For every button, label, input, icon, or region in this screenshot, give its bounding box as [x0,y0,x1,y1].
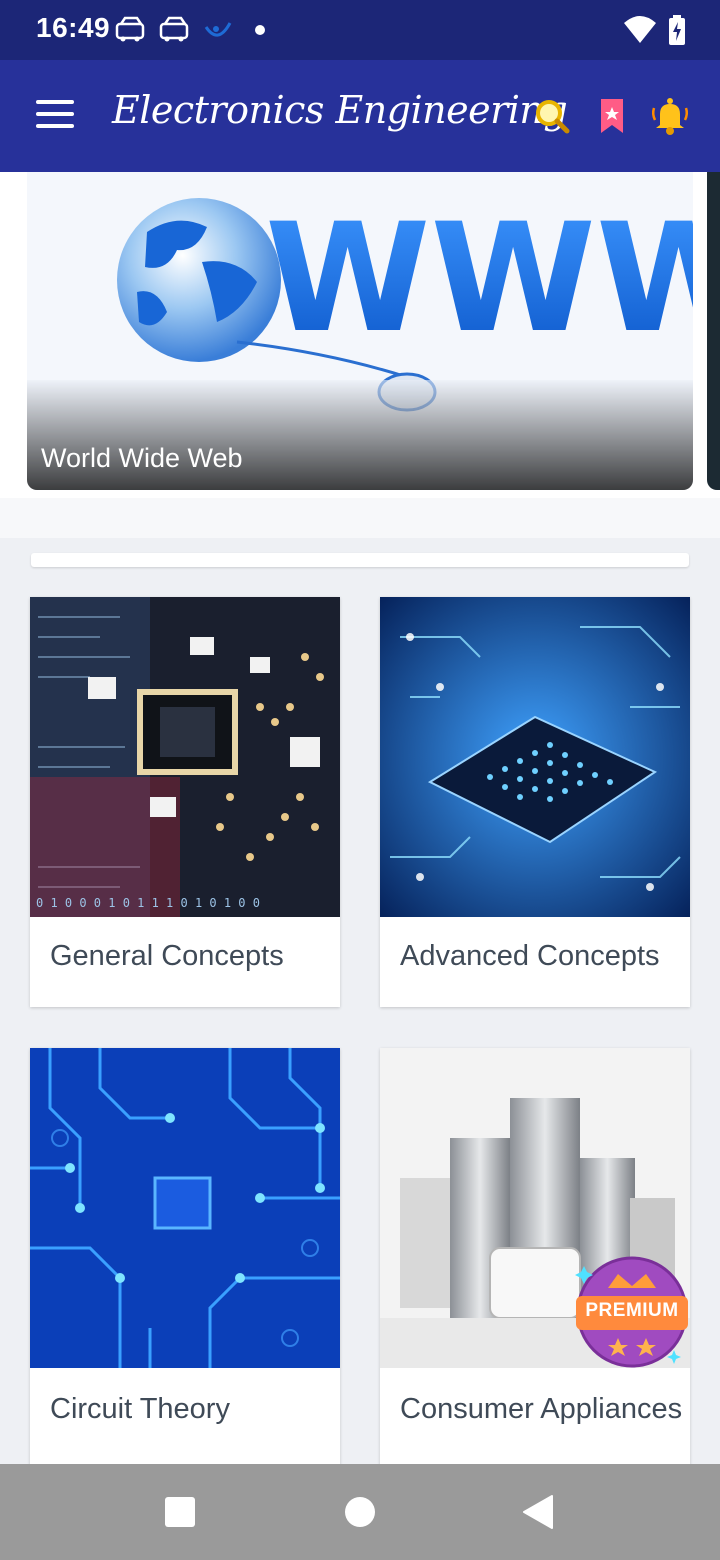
back-icon[interactable] [522,1494,554,1530]
car-notification-icon [159,16,189,42]
circuit-board-image: 0 1 0 0 0 1 0 1 1 1 0 1 0 1 0 0 [30,597,340,917]
category-card-advanced-concepts[interactable]: Advanced Concepts [380,597,690,1007]
status-bar: 16:49 [0,0,720,60]
card-label: Circuit Theory [50,1393,230,1425]
card-label: Advanced Concepts [400,940,660,972]
app-bar: Electronics Engineering [0,60,720,172]
premium-badge[interactable]: PREMIUM [570,1250,694,1374]
wifi-icon [624,16,656,43]
processor-chip-image [380,597,690,917]
app-notification-icon [204,22,232,37]
car-notification-icon [115,16,145,42]
category-card-general-concepts[interactable]: 0 1 0 0 0 1 0 1 1 1 0 1 0 1 0 0 General … [30,597,340,1007]
banner-slide[interactable]: WWW World Wide Web [27,172,693,490]
collapsed-card [31,553,689,567]
premium-label: PREMIUM [585,1300,679,1321]
home-button[interactable] [345,1497,375,1527]
bookmark-icon[interactable] [592,96,632,136]
battery-charging-icon [669,15,685,45]
next-banner-peek[interactable] [707,172,720,490]
system-navigation-bar [0,1464,720,1560]
category-card-circuit-theory[interactable]: Circuit Theory [30,1048,340,1468]
card-label: Consumer Appliances [400,1393,683,1425]
separator-strip [0,498,720,538]
notification-bell-icon[interactable] [650,96,690,136]
search-icon[interactable] [532,96,572,136]
recents-button[interactable] [165,1497,195,1527]
www-text: WWW [265,192,693,366]
more-notifications-dot [255,25,265,35]
banner-caption-overlay: World Wide Web [27,380,693,490]
clock: 16:49 [36,12,111,43]
card-label: General Concepts [50,940,284,972]
banner-title: World Wide Web [41,443,243,473]
circuit-traces-image [30,1048,340,1368]
app-title: Electronics Engineering [112,88,568,132]
svg-text:0 1 0 0 0 1 0 1 1 1 0 1 0 1 0: 0 1 0 0 0 1 0 1 1 1 0 1 0 1 0 0 [36,896,260,910]
banner-carousel: WWW World Wide Web [0,172,720,498]
menu-icon[interactable] [36,100,76,130]
